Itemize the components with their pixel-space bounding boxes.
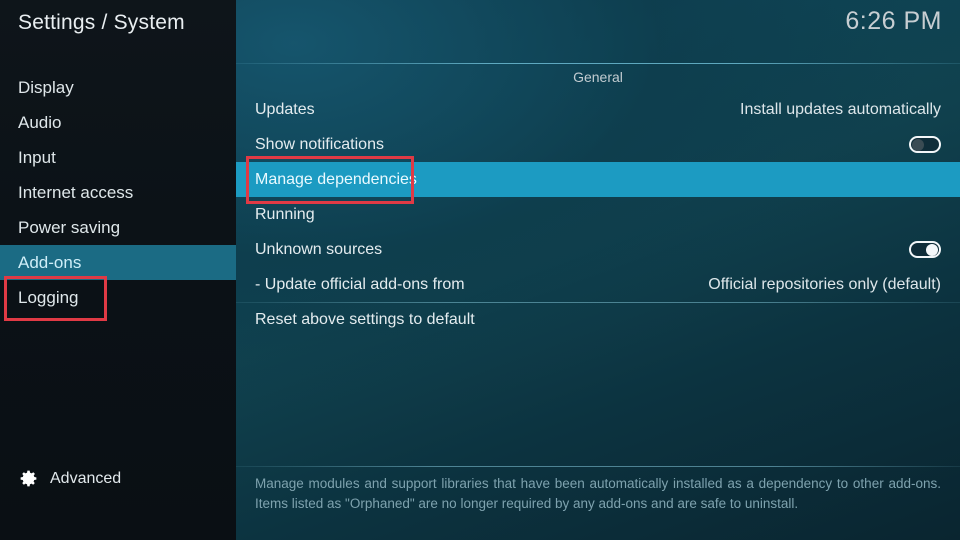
toggle-switch[interactable] — [909, 136, 941, 153]
sidebar-item-logging[interactable]: Logging — [0, 280, 236, 315]
page-title: Settings / System — [18, 11, 185, 34]
sidebar-item-label: Input — [18, 148, 56, 167]
settings-row-running[interactable]: Running — [236, 197, 960, 232]
toggle-knob — [912, 139, 924, 151]
setting-label: Show notifications — [255, 135, 384, 153]
sidebar-item-add-ons[interactable]: Add-ons — [0, 245, 236, 280]
sidebar-item-internet-access[interactable]: Internet access — [0, 175, 236, 210]
sidebar: Settings / System Display Audio Input Inter… — [0, 0, 236, 540]
sidebar-item-audio[interactable]: Audio — [0, 105, 236, 140]
settings-row-unknown-sources[interactable]: Unknown sources — [236, 232, 960, 267]
sidebar-item-label: Audio — [18, 113, 62, 132]
top-divider — [236, 63, 960, 64]
kodi-settings-screen: Settings / System Display Audio Input Inter… — [0, 0, 960, 540]
settings-row-reset-above-settings-to-default[interactable]: Reset above settings to default — [236, 302, 960, 337]
settings-row-updates[interactable]: Updates Install updates automatically — [236, 92, 960, 127]
clock: 6:26 PM — [845, 7, 942, 35]
advanced-button[interactable]: Advanced — [18, 468, 121, 489]
help-line-1: Manage modules and support libraries tha… — [255, 476, 941, 491]
sidebar-item-label: Add-ons — [18, 253, 82, 272]
sidebar-nav: Display Audio Input Internet access Power sa… — [0, 70, 236, 315]
toggle-knob — [926, 244, 938, 256]
sidebar-item-power-saving[interactable]: Power saving — [0, 210, 236, 245]
footer-divider — [236, 466, 960, 467]
main-panel: 6:26 PM General Updates Install updates a… — [236, 0, 960, 540]
gear-icon — [18, 468, 39, 489]
group-title: General — [573, 69, 623, 85]
settings-list: Updates Install updates automatically Show… — [236, 92, 960, 337]
setting-label: Reset above settings to default — [255, 310, 475, 328]
advanced-label: Advanced — [50, 469, 122, 487]
setting-label: Running — [255, 205, 315, 223]
help-text: Manage modules and support libraries tha… — [255, 474, 941, 514]
sidebar-item-display[interactable]: Display — [0, 70, 236, 105]
setting-label: Unknown sources — [255, 240, 383, 258]
sidebar-item-label: Internet access — [18, 183, 134, 202]
sidebar-item-label: Logging — [18, 288, 79, 307]
settings-row-show-notifications[interactable]: Show notifications — [236, 127, 960, 162]
help-line-2: Items listed as "Orphaned" are no longer… — [255, 496, 799, 511]
setting-value: Install updates automatically — [740, 100, 941, 118]
toggle-switch[interactable] — [909, 241, 941, 258]
sidebar-item-label: Power saving — [18, 218, 121, 237]
setting-value: Official repositories only (default) — [708, 275, 941, 293]
setting-label: Updates — [255, 100, 315, 118]
settings-row-update-official-add-ons-from[interactable]: - Update official add-ons from Official r… — [236, 267, 960, 302]
sidebar-item-label: Display — [18, 78, 74, 97]
setting-label: Manage dependencies — [255, 170, 417, 188]
setting-label: - Update official add-ons from — [255, 275, 465, 293]
settings-row-manage-dependencies[interactable]: Manage dependencies — [236, 162, 960, 197]
sidebar-item-input[interactable]: Input — [0, 140, 236, 175]
